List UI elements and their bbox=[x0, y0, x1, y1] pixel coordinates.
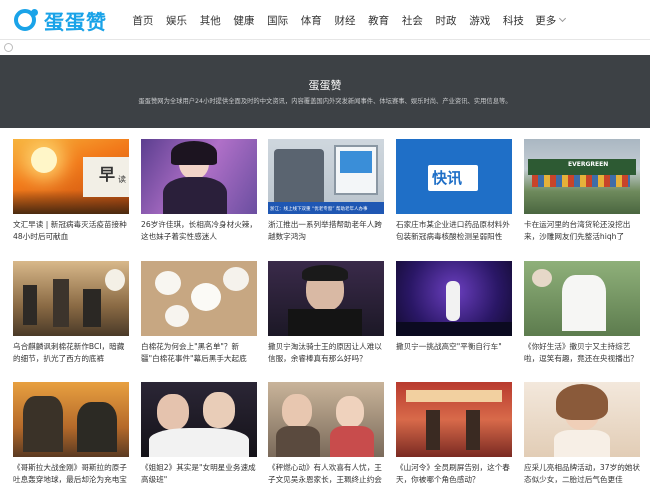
banner-title: 蛋蛋赞 bbox=[308, 79, 342, 92]
article-card[interactable]: 26岁许佳琪，长相高冷身材火辣，这也妹子着实性感迷人 bbox=[141, 139, 257, 243]
nav-item-entertainment[interactable]: 娱乐 bbox=[160, 13, 194, 28]
article-thumbnail[interactable] bbox=[13, 261, 129, 336]
article-title[interactable]: 《你好生活》撒贝宁又主持综艺啦，逗笑有趣，竟还在央视播出？ bbox=[524, 341, 640, 365]
article-card[interactable]: 撒贝宁淘汰骑士王的原因让人难以信服，余睿棒真有那么好吗？ bbox=[268, 261, 384, 365]
site-logo[interactable]: 蛋蛋赞 bbox=[14, 7, 107, 34]
article-title[interactable]: 《山河令》全员刷屏告别，这个春天，你被哪个角色感动？ bbox=[396, 462, 512, 486]
article-card[interactable]: 《秤燃心动》有人欢喜有人忧，王子文见吴永恩家长，王珮终止约会 bbox=[268, 382, 384, 486]
thumb-ship-name: EVERGREEN bbox=[568, 161, 609, 168]
nav-item-health[interactable]: 健康 bbox=[227, 13, 261, 28]
article-thumbnail[interactable] bbox=[396, 261, 512, 336]
thumb-caption-bar: 浙江：线上线下双重 “优老专窗” 帮助老年人办事 bbox=[270, 207, 368, 212]
nav-more-button[interactable]: 更多 bbox=[530, 13, 570, 28]
article-thumbnail[interactable] bbox=[13, 382, 129, 457]
article-card[interactable]: 《你好生活》撒贝宁又主持综艺啦，逗笑有趣，竟还在央视播出？ bbox=[524, 261, 640, 365]
article-card[interactable]: 应采儿亮相品牌活动，37岁的她状态似少女，二胎过后气色更佳 bbox=[524, 382, 640, 486]
article-title[interactable]: 应采儿亮相品牌活动，37岁的她状态似少女，二胎过后气色更佳 bbox=[524, 462, 640, 486]
nav-item-politics[interactable]: 时政 bbox=[429, 13, 463, 28]
thumb-label-du: 读 bbox=[118, 175, 126, 184]
article-thumbnail[interactable]: 浙江：线上线下双重 “优老专窗” 帮助老年人办事 bbox=[268, 139, 384, 214]
article-title[interactable]: 26岁许佳琪，长相高冷身材火辣，这也妹子着实性感迷人 bbox=[141, 219, 257, 243]
thumb-label-kuaixun: 快讯 bbox=[432, 169, 463, 187]
article-title[interactable]: 浙江推出一系列举措帮助老年人跨越数字鸿沟 bbox=[268, 219, 384, 243]
search-strip bbox=[0, 41, 650, 55]
article-thumbnail[interactable] bbox=[141, 382, 257, 457]
article-title[interactable]: 《姐姐2》其实是"女明星业务速成高级班" bbox=[141, 462, 257, 486]
article-thumbnail[interactable] bbox=[268, 261, 384, 336]
article-card[interactable]: 浙江：线上线下双重 “优老专窗” 帮助老年人办事 浙江推出一系列举措帮助老年人跨… bbox=[268, 139, 384, 243]
article-card[interactable]: 快讯 石家庄市某企业进口药品原材料外包装新冠病毒核酸检测呈弱阳性 bbox=[396, 139, 512, 243]
article-title[interactable]: 撒贝宁一挑战高空"平衡自行车" bbox=[396, 341, 512, 365]
site-banner: 蛋蛋赞 蛋蛋赞网为全球用户24小时提供全面及时的中文资讯，内容覆盖国内外突发新闻… bbox=[0, 55, 650, 128]
nav-item-tech[interactable]: 科技 bbox=[497, 13, 531, 28]
article-card[interactable]: 《山河令》全员刷屏告别，这个春天，你被哪个角色感动？ bbox=[396, 382, 512, 486]
nav-item-international[interactable]: 国际 bbox=[261, 13, 295, 28]
article-thumbnail[interactable]: EVERGREEN bbox=[524, 139, 640, 214]
article-thumbnail[interactable] bbox=[141, 261, 257, 336]
article-title[interactable]: 石家庄市某企业进口药品原材料外包装新冠病毒核酸检测呈弱阳性 bbox=[396, 219, 512, 243]
article-title[interactable]: 卡在运河里的台湾货轮还没挖出来，沙雕网友们先整活hiqh了 bbox=[524, 219, 640, 243]
nav-item-home[interactable]: 首页 bbox=[126, 13, 160, 28]
chevron-down-icon bbox=[559, 14, 567, 23]
nav-item-finance[interactable]: 财经 bbox=[328, 13, 362, 28]
logo-text: 蛋蛋赞 bbox=[44, 9, 107, 34]
article-card[interactable]: EVERGREEN 卡在运河里的台湾货轮还没挖出来，沙雕网友们先整活hiqh了 bbox=[524, 139, 640, 243]
top-header: 蛋蛋赞 首页 娱乐 其他 健康 国际 体育 财经 教育 社会 时政 游戏 科技 … bbox=[0, 0, 650, 40]
nav-item-education[interactable]: 教育 bbox=[362, 13, 396, 28]
article-thumbnail[interactable]: 快讯 bbox=[396, 139, 512, 214]
article-card[interactable]: 《姐姐2》其实是"女明星业务速成高级班" bbox=[141, 382, 257, 486]
search-icon[interactable] bbox=[4, 43, 13, 52]
article-thumbnail[interactable] bbox=[268, 382, 384, 457]
nav-item-other[interactable]: 其他 bbox=[193, 13, 227, 28]
nav-item-sports[interactable]: 体育 bbox=[294, 13, 328, 28]
article-thumbnail[interactable]: 早 读 bbox=[13, 139, 129, 214]
banner-description: 蛋蛋赞网为全球用户24小时提供全面及时的中文资讯，内容覆盖国内外突发新闻事件、体… bbox=[138, 98, 512, 105]
article-thumbnail[interactable] bbox=[396, 382, 512, 457]
article-thumbnail[interactable] bbox=[524, 261, 640, 336]
nav-item-games[interactable]: 游戏 bbox=[463, 13, 497, 28]
article-title[interactable]: 《秤燃心动》有人欢喜有人忧，王子文见吴永恩家长，王珮终止约会 bbox=[268, 462, 384, 486]
nav-item-society[interactable]: 社会 bbox=[396, 13, 430, 28]
article-title[interactable]: 《哥斯拉大战金刚》哥斯拉的原子吐息轰穿地球，最后却沦为充电宝 bbox=[13, 462, 129, 486]
article-card[interactable]: 《哥斯拉大战金刚》哥斯拉的原子吐息轰穿地球，最后却沦为充电宝 bbox=[13, 382, 129, 486]
article-card[interactable]: 白棉花为何会上"黑名单"？新疆"白棉花事件"幕后黑手大起底 bbox=[141, 261, 257, 365]
article-title[interactable]: 撒贝宁淘汰骑士王的原因让人难以信服，余睿棒真有那么好吗？ bbox=[268, 341, 384, 365]
article-card[interactable]: 早 读 文汇早读 | 新冠病毒灭活疫苗接种48小时后可献血 bbox=[13, 139, 129, 243]
logo-icon bbox=[14, 9, 38, 31]
thumb-label-zao: 早 bbox=[98, 165, 115, 184]
article-card[interactable]: 乌合麒麟讽刺棉花新作BCI，暗藏的细节，扒光了西方的底裤 bbox=[13, 261, 129, 365]
main-nav: 首页 娱乐 其他 健康 国际 体育 财经 教育 社会 时政 游戏 科技 更多 bbox=[126, 0, 570, 40]
article-thumbnail[interactable] bbox=[141, 139, 257, 214]
article-card[interactable]: 撒贝宁一挑战高空"平衡自行车" bbox=[396, 261, 512, 365]
article-title[interactable]: 乌合麒麟讽刺棉花新作BCI，暗藏的细节，扒光了西方的底裤 bbox=[13, 341, 129, 365]
nav-more-label: 更多 bbox=[535, 14, 557, 27]
article-title[interactable]: 白棉花为何会上"黑名单"？新疆"白棉花事件"幕后黑手大起底 bbox=[141, 341, 257, 365]
article-thumbnail[interactable] bbox=[524, 382, 640, 457]
article-title[interactable]: 文汇早读 | 新冠病毒灭活疫苗接种48小时后可献血 bbox=[13, 219, 129, 243]
